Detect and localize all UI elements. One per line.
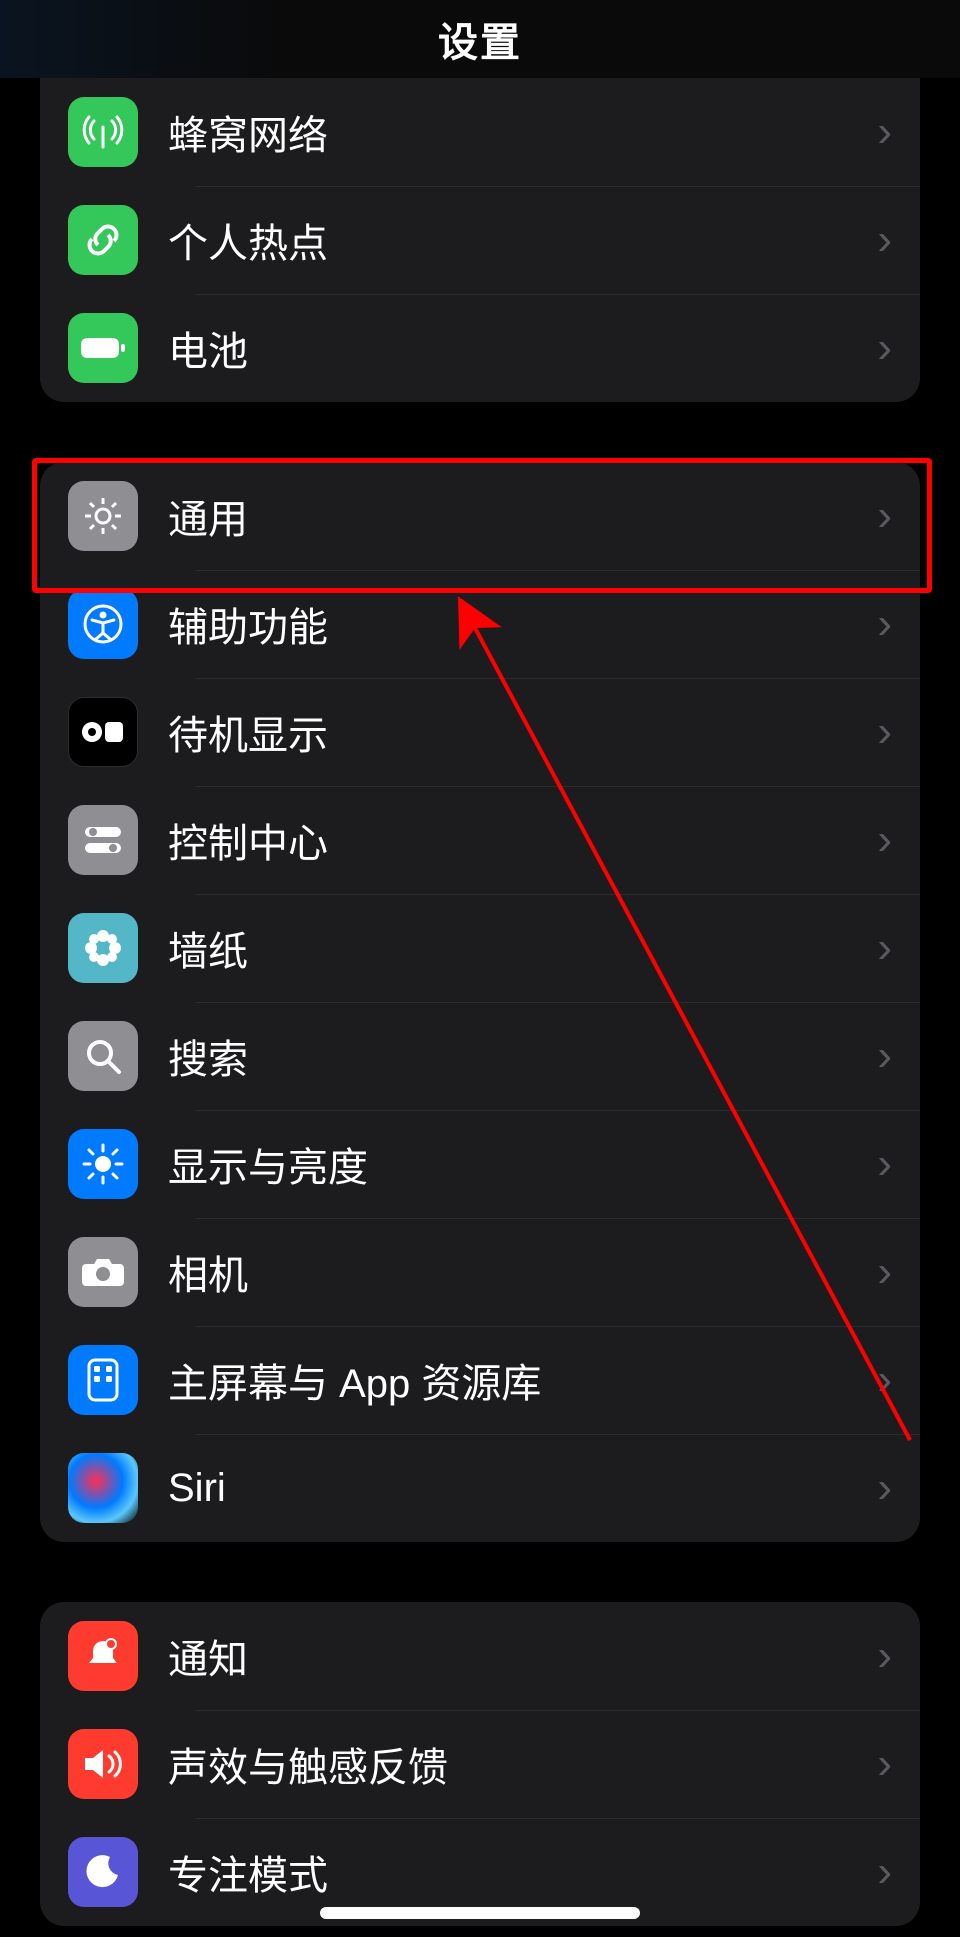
chevron-right-icon: › xyxy=(877,815,892,865)
apps-icon xyxy=(68,1345,138,1415)
row-label: 搜索 xyxy=(168,1027,865,1085)
row-hotspot[interactable]: 个人热点 › xyxy=(40,186,920,294)
row-notifications[interactable]: 通知 › xyxy=(40,1602,920,1710)
row-display[interactable]: 显示与亮度 › xyxy=(40,1110,920,1218)
home-indicator xyxy=(320,1907,640,1919)
row-label: 个人热点 xyxy=(168,211,865,269)
row-label: 控制中心 xyxy=(168,811,865,869)
chevron-right-icon: › xyxy=(877,1247,892,1297)
row-label: 待机显示 xyxy=(168,703,865,761)
row-battery[interactable]: 电池 › xyxy=(40,294,920,402)
row-label: 声效与触感反馈 xyxy=(168,1735,865,1793)
page-title: 设置 xyxy=(438,10,522,68)
chevron-right-icon: › xyxy=(877,1739,892,1789)
flower-icon xyxy=(68,913,138,983)
row-label: 专注模式 xyxy=(168,1843,865,1901)
camera-icon xyxy=(68,1237,138,1307)
row-search[interactable]: 搜索 › xyxy=(40,1002,920,1110)
row-siri[interactable]: Siri › xyxy=(40,1434,920,1542)
chevron-right-icon: › xyxy=(877,1031,892,1081)
row-standby[interactable]: 待机显示 › xyxy=(40,678,920,786)
settings-group-connectivity: 蜂窝网络 › 个人热点 › 电池 › xyxy=(40,78,920,402)
row-label: 相机 xyxy=(168,1243,865,1301)
siri-icon xyxy=(68,1453,138,1523)
chevron-right-icon: › xyxy=(877,923,892,973)
row-homescreen[interactable]: 主屏幕与 App 资源库 › xyxy=(40,1326,920,1434)
row-label: 辅助功能 xyxy=(168,595,865,653)
antenna-icon xyxy=(68,97,138,167)
row-label: 蜂窝网络 xyxy=(168,103,865,161)
row-sounds[interactable]: 声效与触感反馈 › xyxy=(40,1710,920,1818)
chevron-right-icon: › xyxy=(877,215,892,265)
row-control-center[interactable]: 控制中心 › xyxy=(40,786,920,894)
chevron-right-icon: › xyxy=(877,599,892,649)
row-wallpaper[interactable]: 墙纸 › xyxy=(40,894,920,1002)
chevron-right-icon: › xyxy=(877,1631,892,1681)
link-icon xyxy=(68,205,138,275)
bell-icon xyxy=(68,1621,138,1691)
chevron-right-icon: › xyxy=(877,491,892,541)
header: 设置 xyxy=(0,0,960,78)
gear-icon xyxy=(68,481,138,551)
accessibility-icon xyxy=(68,589,138,659)
row-accessibility[interactable]: 辅助功能 › xyxy=(40,570,920,678)
row-label: 显示与亮度 xyxy=(168,1135,865,1193)
settings-group-general: 通用 › 辅助功能 › 待机显示 › 控制中心 › 墙纸 › 搜索 › xyxy=(40,462,920,1542)
row-general[interactable]: 通用 › xyxy=(40,462,920,570)
row-label: 电池 xyxy=(168,319,865,377)
chevron-right-icon: › xyxy=(877,1139,892,1189)
settings-group-notifications: 通知 › 声效与触感反馈 › 专注模式 › xyxy=(40,1602,920,1926)
row-label: Siri xyxy=(168,1466,865,1511)
row-camera[interactable]: 相机 › xyxy=(40,1218,920,1326)
speaker-icon xyxy=(68,1729,138,1799)
chevron-right-icon: › xyxy=(877,707,892,757)
chevron-right-icon: › xyxy=(877,323,892,373)
row-label: 主屏幕与 App 资源库 xyxy=(168,1351,865,1409)
toggles-icon xyxy=(68,805,138,875)
moon-icon xyxy=(68,1837,138,1907)
brightness-icon xyxy=(68,1129,138,1199)
row-label: 墙纸 xyxy=(168,919,865,977)
chevron-right-icon: › xyxy=(877,1847,892,1897)
standby-icon xyxy=(68,697,138,767)
row-cellular[interactable]: 蜂窝网络 › xyxy=(40,78,920,186)
chevron-right-icon: › xyxy=(877,1355,892,1405)
chevron-right-icon: › xyxy=(877,1463,892,1513)
battery-icon xyxy=(68,313,138,383)
row-label: 通知 xyxy=(168,1627,865,1685)
row-label: 通用 xyxy=(168,487,865,545)
chevron-right-icon: › xyxy=(877,107,892,157)
search-icon xyxy=(68,1021,138,1091)
